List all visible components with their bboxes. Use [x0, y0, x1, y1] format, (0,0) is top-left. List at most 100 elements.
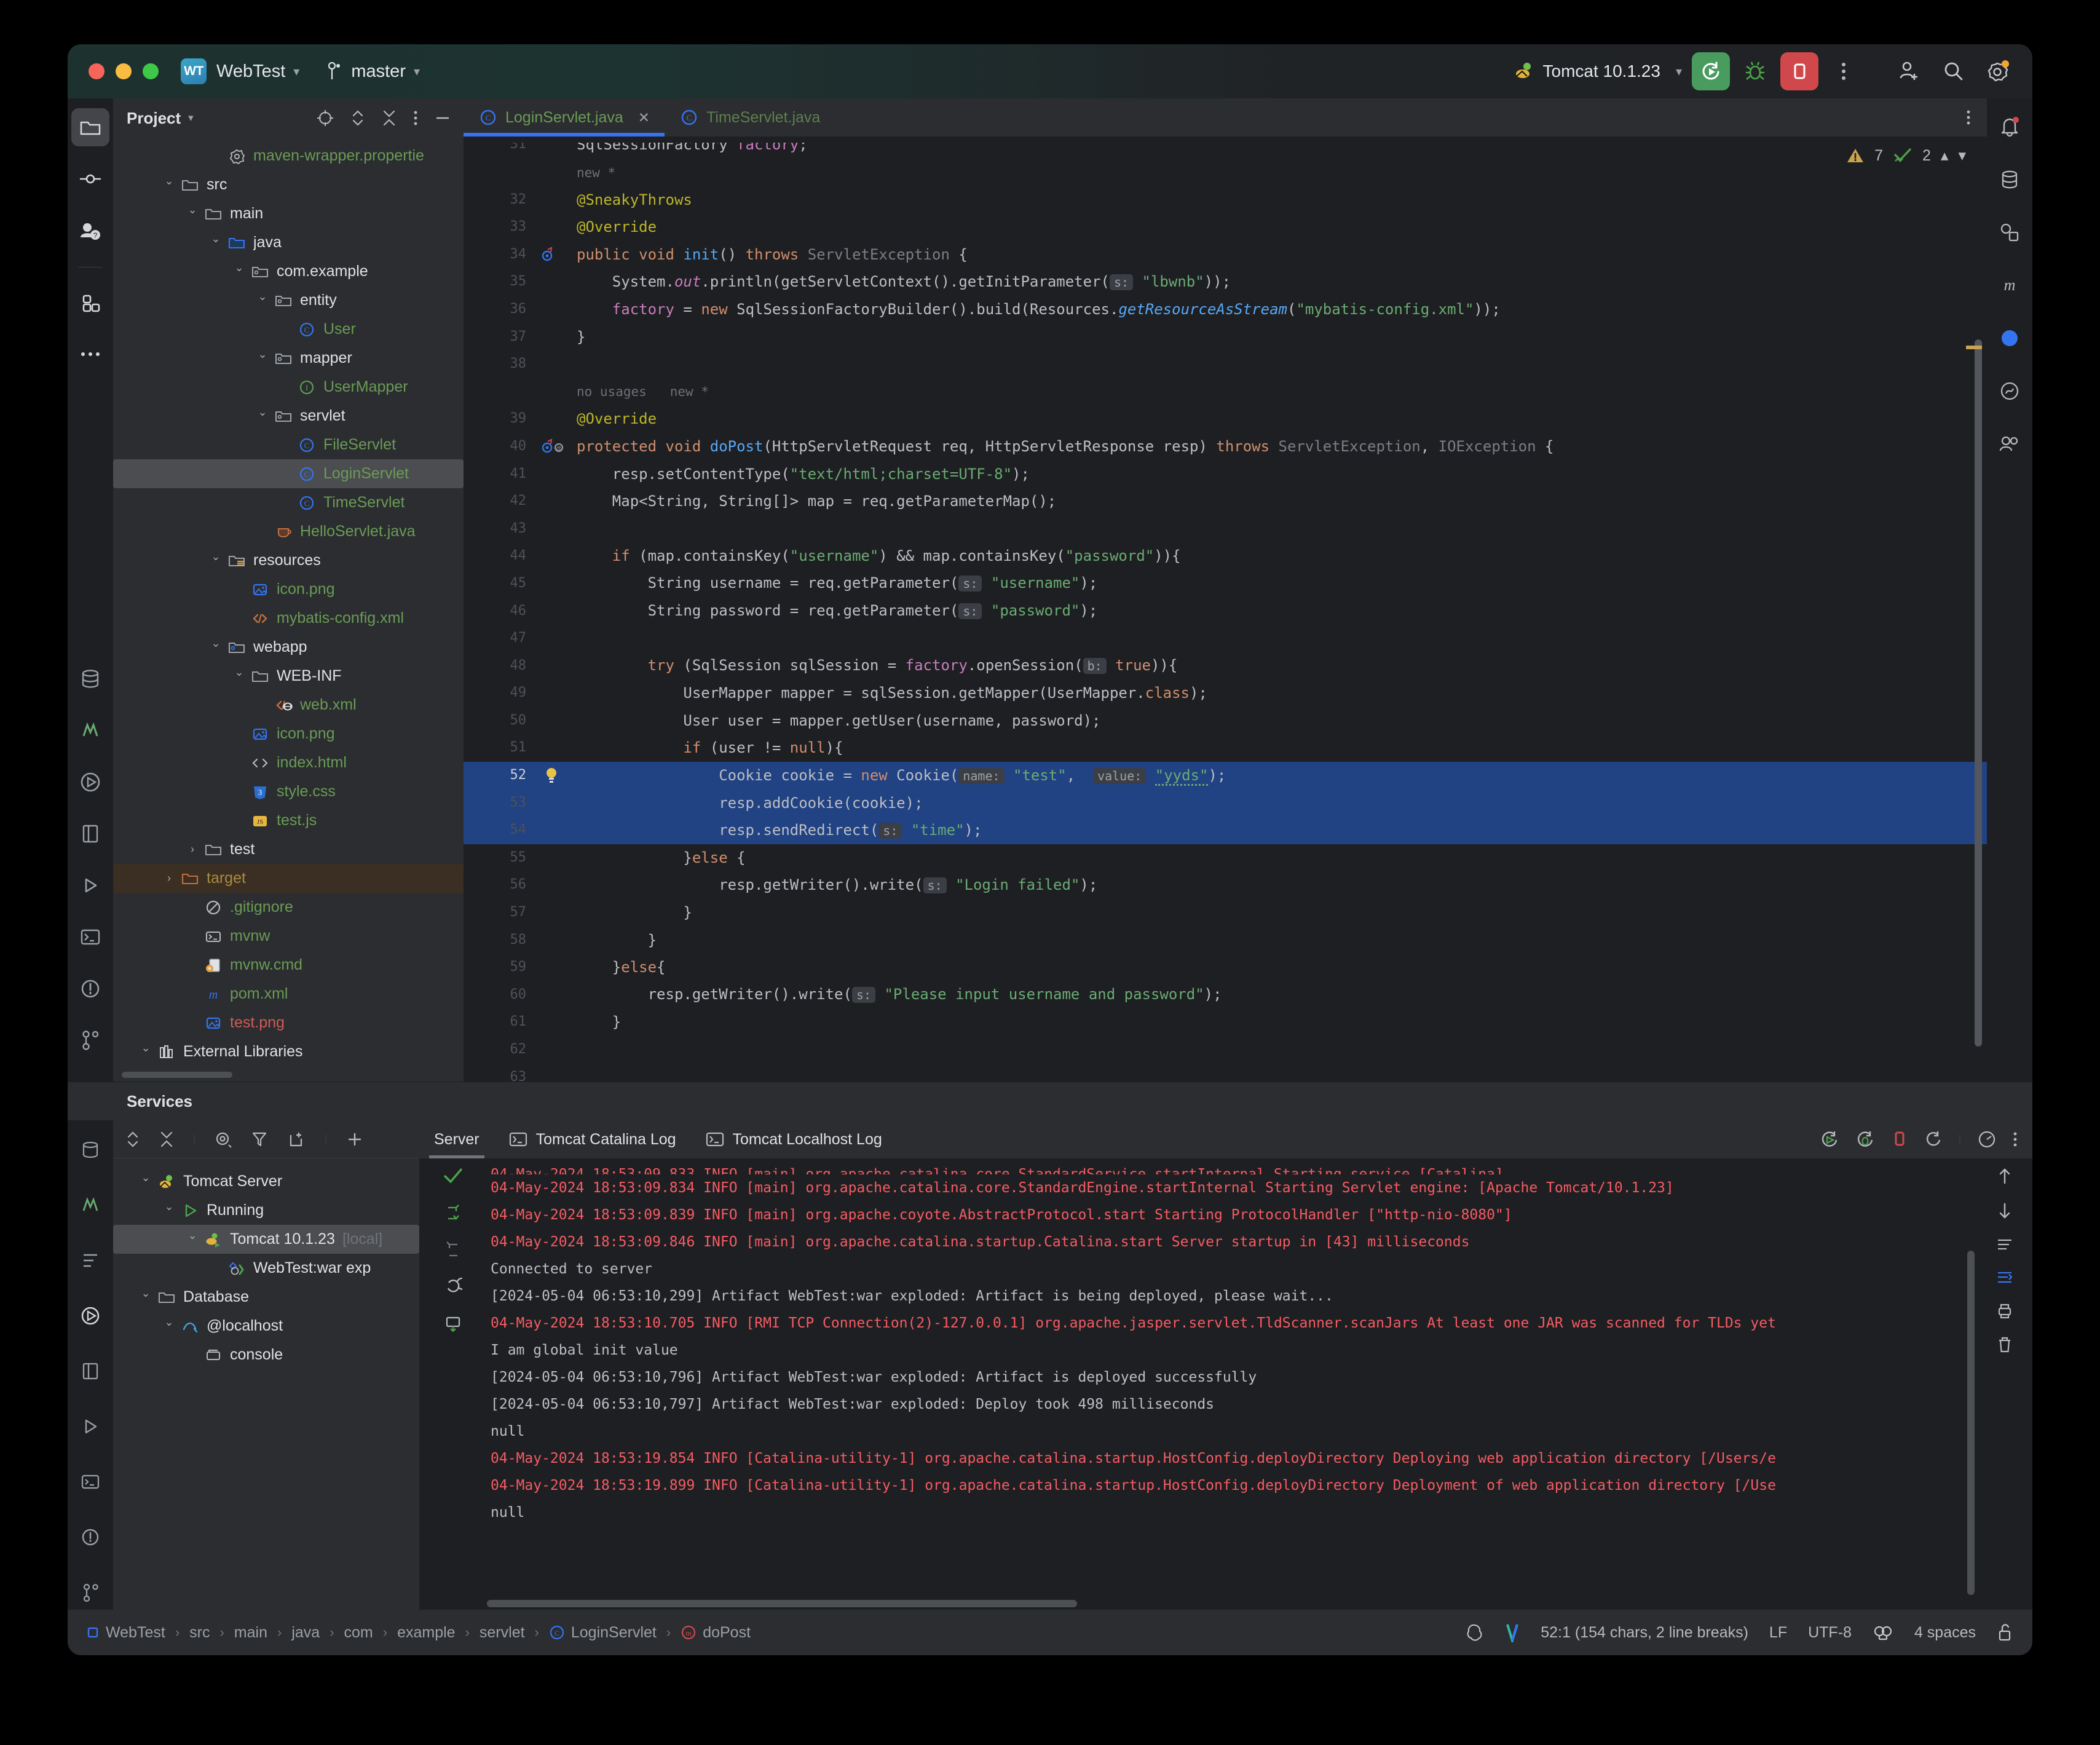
- services-structure-icon[interactable]: [73, 1243, 108, 1278]
- sidebar-item-more[interactable]: [71, 335, 109, 373]
- code-line[interactable]: 56 resp.getWriter().write(s: "Login fail…: [464, 871, 1987, 899]
- rerun-icon[interactable]: [444, 1278, 462, 1296]
- code-line[interactable]: 51 if (user != null){: [464, 734, 1987, 762]
- tree-item-servlet[interactable]: ⌄servlet: [113, 402, 464, 430]
- console-horizontal-scrollbar[interactable]: [487, 1600, 1077, 1607]
- tree-item-resources[interactable]: ⌄resources: [113, 546, 464, 575]
- code-line[interactable]: 55 }else {: [464, 844, 1987, 872]
- more-options-button[interactable]: [1825, 52, 1863, 90]
- breadcrumb-item[interactable]: example: [395, 1624, 458, 1642]
- indent-setting[interactable]: 4 spaces: [1914, 1624, 1976, 1642]
- chevron-down-icon[interactable]: ▾: [293, 64, 299, 79]
- tree-item-index-html[interactable]: index.html: [113, 748, 464, 777]
- sidebar-item-run[interactable]: [71, 866, 109, 904]
- tree-item-localhost[interactable]: ⌄@localhost: [113, 1312, 419, 1340]
- tree-item-java[interactable]: ⌄java: [113, 228, 464, 257]
- tree-item-mybatis-config-xml[interactable]: mybatis-config.xml: [113, 604, 464, 633]
- restart-icon[interactable]: [1924, 1130, 1943, 1149]
- file-encoding[interactable]: UTF-8: [1808, 1624, 1852, 1642]
- chevron-down-icon[interactable]: ⌄: [253, 348, 272, 361]
- code-line[interactable]: 57 }: [464, 899, 1987, 927]
- tree-item-tomcat-10-1-23[interactable]: ⌄Tomcat 10.1.23[local]: [113, 1225, 419, 1254]
- code-editor[interactable]: 7 2 ▴ ▾ 31SqlSessionFactory factory;new …: [464, 137, 1987, 1082]
- run-configuration-selector[interactable]: Tomcat 10.1.23 ▾: [1510, 60, 1686, 82]
- code-line[interactable]: 41 resp.setContentType("text/html;charse…: [464, 461, 1987, 488]
- tree-item-icon-png[interactable]: icon.png: [113, 575, 464, 604]
- tree-item-timeservlet[interactable]: CTimeServlet: [113, 488, 464, 517]
- code-line[interactable]: 36 factory = new SqlSessionFactoryBuilde…: [464, 296, 1987, 323]
- inspection-widget[interactable]: 7 2 ▴ ▾: [1846, 146, 1966, 165]
- code-lines-container[interactable]: 31SqlSessionFactory factory;new *32@Snea…: [464, 137, 1987, 1082]
- code-line[interactable]: 59 }else{: [464, 954, 1987, 981]
- scroll-up-icon[interactable]: [444, 1241, 462, 1259]
- tree-item-usermapper[interactable]: IUserMapper: [113, 373, 464, 402]
- tree-item-entity[interactable]: ⌄entity: [113, 286, 464, 315]
- tree-item-web-xml[interactable]: web.xml: [113, 690, 464, 719]
- chevron-down-icon[interactable]: ⌄: [183, 1229, 202, 1242]
- project-tree-horizontal-scrollbar[interactable]: [122, 1072, 232, 1078]
- breadcrumb-item[interactable]: WebTest: [84, 1624, 168, 1642]
- scroll-to-end-icon[interactable]: [1995, 1269, 2014, 1286]
- override-method-icon[interactable]: [537, 245, 577, 264]
- add-icon[interactable]: [345, 1130, 364, 1149]
- tree-item-mvnw-cmd[interactable]: mvnw.cmd: [113, 951, 464, 979]
- code-line[interactable]: 45 String username = req.getParameter(s:…: [464, 570, 1987, 598]
- chevron-down-icon[interactable]: ⌄: [136, 1287, 155, 1300]
- sidebar-item-version-control[interactable]: [71, 1021, 109, 1059]
- breadcrumb-item[interactable]: main: [232, 1624, 270, 1642]
- tree-item-tomcat-server[interactable]: ⌄Tomcat Server: [113, 1167, 419, 1196]
- console-tab-catalina-log[interactable]: Tomcat Catalina Log: [494, 1120, 691, 1158]
- dump-threads-icon[interactable]: [444, 1315, 462, 1333]
- notifications-button[interactable]: [1992, 109, 2027, 144]
- breadcrumb-item[interactable]: CLoginServlet: [547, 1624, 659, 1642]
- breadcrumb[interactable]: WebTest›src›main›java›com›example›servle…: [84, 1624, 753, 1642]
- chevron-down-icon[interactable]: ⌄: [160, 175, 178, 188]
- services-terminal-icon[interactable]: [73, 1465, 108, 1499]
- chevron-down-icon[interactable]: ⌄: [230, 261, 248, 274]
- expand-collapse-icon[interactable]: [125, 1130, 140, 1149]
- code-line[interactable]: 35 System.out.println(getServletContext(…: [464, 268, 1987, 296]
- tree-item-pom-xml[interactable]: mpom.xml: [113, 979, 464, 1008]
- code-line[interactable]: 37}: [464, 323, 1987, 351]
- trash-icon[interactable]: [1996, 1335, 2013, 1354]
- tab-timeservlet[interactable]: C TimeServlet.java: [665, 98, 835, 137]
- code-line[interactable]: 38: [464, 350, 1987, 378]
- override-icon[interactable]: @: [537, 437, 577, 456]
- collapse-all-icon[interactable]: [381, 109, 397, 127]
- code-line[interactable]: 61 }: [464, 1008, 1987, 1036]
- tree-item-helloservlet-java[interactable]: HelloServlet.java: [113, 517, 464, 546]
- tree-item-mvnw[interactable]: mvnw: [113, 922, 464, 951]
- code-line[interactable]: 60 resp.getWriter().write(s: "Please inp…: [464, 981, 1987, 1009]
- close-window-button[interactable]: [89, 63, 105, 79]
- tree-item-web-inf[interactable]: ⌄WEB-INF: [113, 662, 464, 690]
- tree-item-main[interactable]: ⌄main: [113, 199, 464, 228]
- breadcrumb-item[interactable]: com: [342, 1624, 376, 1642]
- services-problems-icon[interactable]: [73, 1520, 108, 1554]
- chevron-right-icon[interactable]: ›: [183, 843, 202, 856]
- tree-item-test-png[interactable]: test.png: [113, 1008, 464, 1037]
- breadcrumb-item[interactable]: servlet: [477, 1624, 527, 1642]
- lock-icon[interactable]: [1997, 1623, 2014, 1642]
- code-line[interactable]: no usages new *: [464, 378, 1987, 406]
- code-line[interactable]: 40@protected void doPost(HttpServletRequ…: [464, 433, 1987, 461]
- console-tab-server[interactable]: Server: [419, 1120, 494, 1158]
- chevron-down-icon[interactable]: ⌄: [230, 666, 248, 679]
- collaboration-button[interactable]: [1992, 427, 2027, 461]
- tree-item-loginservlet[interactable]: CLoginServlet: [113, 459, 464, 488]
- plugin-button[interactable]: [1992, 321, 2027, 355]
- tree-item-style-css[interactable]: 3style.css: [113, 777, 464, 806]
- chevron-down-icon[interactable]: ⌄: [207, 232, 225, 245]
- code-line[interactable]: new *: [464, 159, 1987, 186]
- filter-icon[interactable]: [251, 1130, 269, 1149]
- sidebar-item-problems[interactable]: [71, 970, 109, 1008]
- tree-item-user[interactable]: CUser: [113, 315, 464, 344]
- editor-tabs-more-button[interactable]: [1966, 109, 1987, 126]
- line-separator[interactable]: LF: [1769, 1624, 1787, 1642]
- ai-button[interactable]: [1992, 374, 2027, 408]
- code-line[interactable]: 34public void init() throws ServletExcep…: [464, 241, 1987, 269]
- lightbulb-icon[interactable]: [537, 765, 577, 786]
- services-vcs-icon[interactable]: [73, 1575, 108, 1610]
- locate-icon[interactable]: [316, 109, 334, 127]
- tree-item-com-example[interactable]: ⌄com.example: [113, 257, 464, 286]
- code-line[interactable]: 33@Override: [464, 213, 1987, 241]
